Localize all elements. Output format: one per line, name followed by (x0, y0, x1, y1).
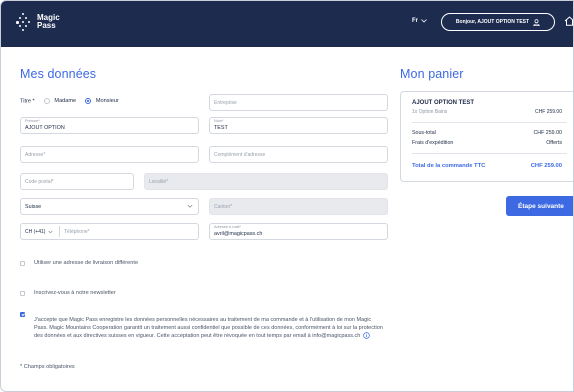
next-step-button[interactable]: Étape suivante (506, 196, 573, 216)
cart-divider-1 (412, 122, 567, 123)
language-label: Fr (412, 18, 418, 24)
home-icon[interactable] (564, 16, 574, 26)
code-postal-placeholder: Code postal* (25, 179, 54, 185)
newsletter-label[interactable]: Inscrivez-vous à notre newsletter (34, 290, 116, 296)
adresse-placeholder: Adresse* (25, 152, 46, 158)
localite-placeholder: Localité* (149, 179, 169, 185)
telephone-group: CH (+41) Téléphone* (20, 223, 199, 240)
consent-checkbox[interactable] (20, 312, 25, 317)
localite-field: Localité* (144, 173, 388, 190)
telephone-placeholder[interactable]: Téléphone* (64, 229, 90, 235)
canton-field: Canton* (209, 198, 388, 215)
consent-paragraph: J'accepte que Magic Pass enregistre les … (34, 316, 384, 340)
nom-value: TEST (214, 125, 228, 131)
cart-subtotal-row: Sous-total CHF 259.00 (412, 130, 562, 136)
magic-pass-logo[interactable]: Magic Pass (14, 13, 60, 31)
logo-text-line2: Pass (37, 21, 56, 30)
email-field[interactable]: Adresse e-mail* avril@magicpass.ch (209, 223, 388, 240)
prenom-field[interactable]: Prénom* AJOUT OPTION (20, 117, 199, 134)
shipping-label: Frais d'expédition (412, 140, 454, 146)
user-greeting: Bonjour, AJOUT OPTION TEST (455, 19, 530, 25)
radio-madame-label: Madame (54, 98, 77, 105)
cart-product-price: CHF 259.00 (535, 109, 562, 115)
pays-value: Suisse (25, 204, 42, 210)
cart-product-name: AJOUT OPTION TEST (412, 100, 475, 106)
user-account-button[interactable]: Bonjour, AJOUT OPTION TEST (441, 13, 555, 31)
nom-field[interactable]: Nom* TEST (209, 117, 388, 134)
phone-divider (59, 226, 60, 237)
email-value: avril@magicpass.ch (214, 231, 263, 237)
chevron-down-icon (48, 230, 53, 233)
newsletter-checkbox[interactable] (20, 291, 25, 296)
subtotal-label: Sous-total (412, 130, 436, 136)
radio-monsieur-label: Monsieur (95, 98, 119, 105)
info-icon[interactable] (363, 332, 370, 339)
magic-pass-logo-icon (14, 13, 32, 31)
livraison-label[interactable]: Utiliser une adresse de livraison différ… (34, 260, 138, 266)
complement-placeholder: Complément d'adresse (214, 152, 266, 158)
subtotal-value: CHF 259.00 (533, 130, 562, 136)
titre-label: Titre * (20, 98, 35, 105)
complement-adresse-field[interactable]: Complément d'adresse (209, 146, 388, 163)
shipping-value: Offerts (546, 140, 562, 146)
radio-monsieur[interactable] (85, 98, 92, 104)
email-label: Adresse e-mail* (214, 225, 241, 229)
livraison-checkbox[interactable] (20, 261, 25, 266)
adresse-field[interactable]: Adresse* (20, 146, 199, 163)
pays-select[interactable]: Suisse (20, 198, 199, 215)
cart-title: Mon panier (400, 67, 464, 81)
user-icon (533, 18, 540, 26)
cart-summary: AJOUT OPTION TEST 1x Option Bains CHF 25… (400, 91, 573, 182)
titre-row: Titre * Madame Monsieur (20, 98, 119, 104)
entreprise-placeholder: Entreprise (214, 100, 237, 106)
prenom-label: Prénom* (25, 119, 40, 123)
entreprise-field[interactable]: Entreprise (209, 94, 388, 111)
top-header: Magic Pass Fr Bonjour, AJOUT OPTION TEST (1, 1, 574, 47)
logo-text: Magic Pass (37, 14, 60, 30)
phone-prefix-select[interactable]: CH (+41) (25, 229, 53, 235)
required-note: * Champs obligatoires (20, 364, 75, 370)
nom-label: Nom* (214, 119, 224, 123)
canton-placeholder: Canton* (214, 204, 233, 210)
cart-product-item: 1x Option Bains (412, 109, 448, 115)
checkout-page: Magic Pass Fr Bonjour, AJOUT OPTION TEST… (0, 0, 574, 392)
language-selector[interactable]: Fr (412, 18, 427, 24)
radio-madame[interactable] (43, 98, 50, 104)
cart-total-row: Total de la commande TTC CHF 259.00 (412, 163, 562, 169)
cart-shipping-row: Frais d'expédition Offerts (412, 140, 562, 146)
consent-text: J'accepte que Magic Pass enregistre les … (34, 317, 383, 340)
cart-product-line: 1x Option Bains CHF 259.00 (412, 109, 562, 115)
chevron-down-icon (187, 204, 193, 208)
chevron-down-icon (421, 19, 427, 23)
total-label: Total de la commande TTC (412, 163, 486, 169)
code-postal-field[interactable]: Code postal* (20, 173, 134, 190)
total-value: CHF 259.00 (530, 163, 562, 169)
cart-divider-2 (412, 153, 567, 154)
phone-prefix-value: CH (+41) (25, 229, 46, 235)
form-title: Mes données (20, 67, 97, 81)
prenom-value: AJOUT OPTION (25, 125, 65, 131)
